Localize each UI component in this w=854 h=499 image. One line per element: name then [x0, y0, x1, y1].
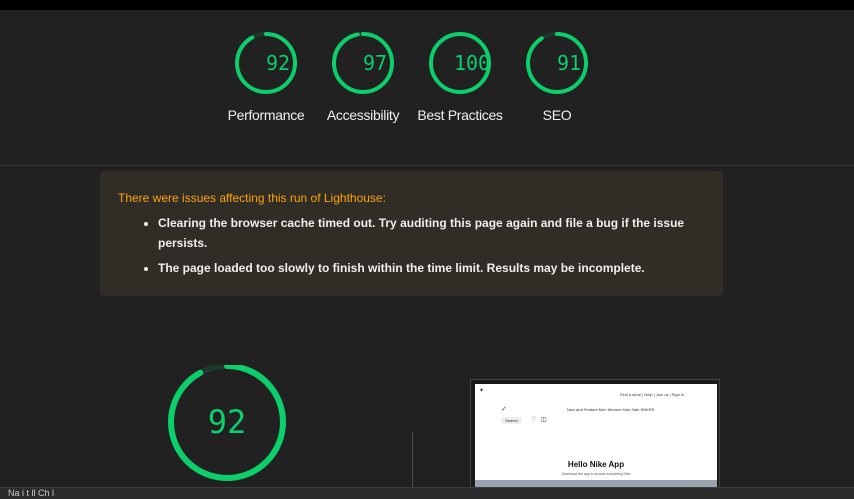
- warning-item: The page loaded too slowly to finish wit…: [158, 258, 705, 278]
- bottom-bar: Na i t ll Ch l: [0, 487, 854, 499]
- gauge-label: SEO: [542, 107, 572, 123]
- gauge-label: Best Practices: [417, 107, 503, 123]
- top-bar: [0, 0, 854, 10]
- screenshot-search: Search: [501, 417, 522, 424]
- gauge-accessibility[interactable]: 97 Accessibility: [318, 30, 408, 125]
- runtime-warning-box: There were issues affecting this run of …: [100, 171, 723, 296]
- screenshot-subtext: Download the app to access everything Ni…: [561, 472, 631, 476]
- gauge-seo[interactable]: 91 SEO: [512, 30, 602, 125]
- swoosh-icon: ✓: [501, 406, 507, 413]
- screenshot-page: ✦ Find a store | Help | Join us | Sign I…: [475, 384, 717, 493]
- gauge-best-practices[interactable]: 100 Best Practices: [415, 30, 505, 125]
- warning-item: Clearing the browser cache timed out. Tr…: [158, 213, 705, 253]
- nike-logo-icon: ✦: [479, 388, 485, 394]
- screenshot-menu: New and Feature Men Women Kids Sale SNKR…: [567, 407, 655, 412]
- divider: [0, 165, 854, 166]
- category-gauges: 92 Performance 97 Accessibility 100 Best…: [0, 30, 854, 160]
- gauge-label: Accessibility: [326, 107, 400, 123]
- bag-icon: ◫: [541, 417, 547, 423]
- gauge-score: 92: [265, 51, 291, 75]
- heart-icon: ♡: [531, 417, 537, 423]
- gauge-score: 92: [207, 403, 247, 441]
- gauge-score: 100: [453, 51, 491, 75]
- bottom-bar-text: Na i t ll Ch l: [8, 488, 55, 498]
- screenshot-headline: Hello Nike App: [567, 460, 625, 469]
- warning-title: There were issues affecting this run of …: [118, 191, 386, 205]
- gauge-score: 91: [556, 51, 582, 75]
- performance-gauge-large[interactable]: 92: [167, 363, 287, 485]
- screenshot-nav-links: Find a store | Help | Join us | Sign In: [620, 392, 685, 397]
- gauge-performance[interactable]: 92 Performance: [221, 30, 311, 125]
- warning-list: Clearing the browser cache timed out. Tr…: [118, 213, 705, 278]
- gauge-label: Performance: [227, 107, 305, 123]
- gauge-score: 97: [362, 51, 388, 75]
- metrics-divider: [412, 432, 413, 492]
- final-screenshot[interactable]: ✦ Find a store | Help | Join us | Sign I…: [470, 379, 720, 494]
